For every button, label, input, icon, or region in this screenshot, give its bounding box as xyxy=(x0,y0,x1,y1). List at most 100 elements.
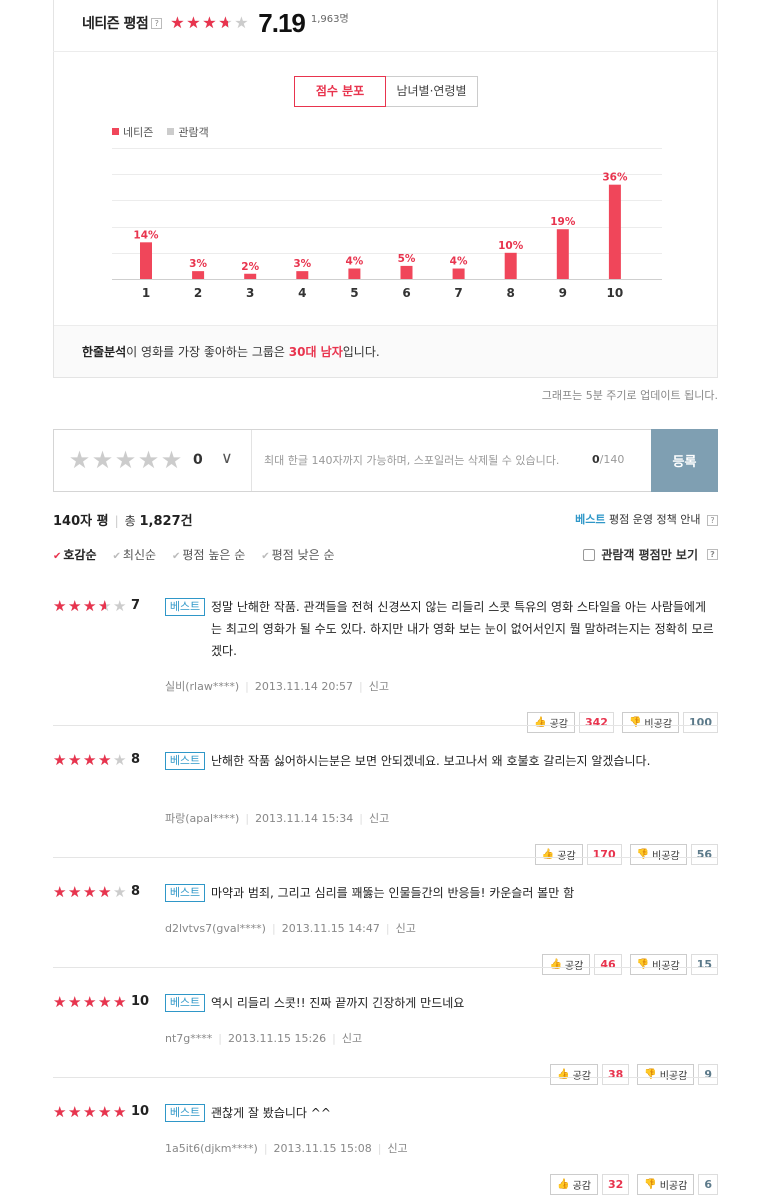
star-icon: ★★ xyxy=(218,15,234,31)
review-stars: ★★★★★★★★★★ xyxy=(53,753,128,768)
review-user[interactable]: 실비(rlaw****) xyxy=(165,680,239,693)
like-button[interactable]: 👍공감 xyxy=(550,1064,598,1085)
star-icon: ★★ xyxy=(83,599,98,614)
best-badge: 베스트 xyxy=(165,884,205,902)
review-date: 2013.11.15 15:26 xyxy=(227,1032,327,1045)
star-icon: ★★ xyxy=(53,1105,68,1120)
review-score: 10 xyxy=(131,1104,150,1119)
dislike-count: 15 xyxy=(690,954,718,975)
sort-like[interactable]: ✔ 호감순 xyxy=(53,546,97,563)
star-icon: ★★ xyxy=(98,599,113,614)
star-icon[interactable]: ★ xyxy=(91,447,114,473)
thumbs-down-icon: 👎 xyxy=(636,849,650,860)
sort-high[interactable]: ✔ 평점 높은 순 xyxy=(172,546,245,563)
review-score: 8 xyxy=(131,752,141,767)
review-votes: 👍공감38👎비공감9 xyxy=(550,1064,718,1085)
star-icon: ★★ xyxy=(53,753,68,768)
chart-data-label: 5% xyxy=(398,253,416,265)
star-icon: ★★ xyxy=(113,599,128,614)
viewer-only-filter[interactable]: 관람객 평점만 보기 ? xyxy=(583,546,718,563)
tab-score-distribution[interactable]: 점수 분포 xyxy=(294,76,386,107)
star-icon[interactable]: ★ xyxy=(114,447,137,473)
star-icon: ★★ xyxy=(68,1105,83,1120)
report-link[interactable]: 신고 xyxy=(342,1032,362,1045)
review-user[interactable]: 1a5it6(djkm****) xyxy=(165,1142,258,1155)
meta-separator: | xyxy=(218,1032,222,1045)
report-link[interactable]: 신고 xyxy=(369,812,389,825)
like-label: 공감 xyxy=(565,957,583,972)
chart-tabs: 점수 분포 남녀별·연령별 xyxy=(294,76,478,107)
analysis-group: 30대 남자 xyxy=(288,345,343,359)
star-icon: ★★ xyxy=(83,995,98,1010)
star-icon: ★★ xyxy=(234,15,250,31)
chart-data-label: 10% xyxy=(498,240,524,252)
review-user[interactable]: nt7g**** xyxy=(165,1032,212,1045)
submit-button[interactable]: 등록 xyxy=(651,429,718,492)
sort-recent[interactable]: ✔ 최신순 xyxy=(113,546,157,563)
star-filled-icon: ★ xyxy=(113,1105,127,1120)
dislike-button[interactable]: 👎비공감 xyxy=(629,844,687,865)
star-icon: ★★ xyxy=(98,753,113,768)
sort-low[interactable]: ✔ 평점 낮은 순 xyxy=(261,546,334,563)
thumbs-up-icon: 👍 xyxy=(541,849,555,860)
star-filled-icon: ★ xyxy=(186,15,201,31)
star-filled-icon: ★ xyxy=(68,885,82,900)
check-icon: ✔ xyxy=(172,551,181,562)
review-date: 2013.11.15 14:47 xyxy=(281,922,380,935)
star-filled-icon: ★ xyxy=(98,995,112,1010)
chart-x-tick-label: 7 xyxy=(454,286,462,300)
write-star-selector[interactable]: ★ ★ ★ ★ ★ xyxy=(68,447,183,473)
legend-item-viewer: 관람객 xyxy=(167,124,209,140)
help-icon[interactable]: ? xyxy=(151,17,163,29)
header-divider xyxy=(53,51,718,52)
tab-gender-age[interactable]: 남녀별·연령별 xyxy=(386,76,478,107)
chart-x-tick-label: 8 xyxy=(507,286,515,300)
dislike-button[interactable]: 👎비공감 xyxy=(621,712,680,733)
viewer-only-checkbox[interactable] xyxy=(583,548,596,561)
star-icon: ★★ xyxy=(98,885,113,900)
star-icon: ★★ xyxy=(113,885,128,900)
review-score: 8 xyxy=(131,884,141,899)
star-icon: ★★ xyxy=(170,15,186,31)
star-filled-icon: ★ xyxy=(218,15,228,31)
netizen-rating-header: 네티즌 평점 ? ★★★★★★★★★★ 7.19 1,963명 xyxy=(82,8,349,38)
star-icon[interactable]: ★ xyxy=(160,447,183,473)
help-icon[interactable]: ? xyxy=(707,549,718,560)
char-counter: 0/140 xyxy=(592,453,624,466)
star-filled-icon: ★ xyxy=(98,599,106,614)
dislike-button[interactable]: 👎비공감 xyxy=(637,1174,695,1195)
help-icon[interactable]: ? xyxy=(707,514,718,526)
like-button[interactable]: 👍공감 xyxy=(527,712,575,733)
policy-link[interactable]: 베스트 평점 운영 정책 안내 ? xyxy=(575,511,718,527)
report-link[interactable]: 신고 xyxy=(369,680,389,693)
review-user[interactable]: d2lvtvs7(gval****) xyxy=(165,922,266,935)
star-icon[interactable]: ★ xyxy=(68,447,91,473)
rating-count: 1,963명 xyxy=(310,13,349,25)
review-stars: ★★★★★★★★★★ xyxy=(53,995,128,1010)
review-input[interactable] xyxy=(252,430,650,491)
like-button[interactable]: 👍공감 xyxy=(534,844,583,865)
rating-score: 7.19 xyxy=(258,7,306,38)
report-link[interactable]: 신고 xyxy=(396,922,416,935)
star-icon[interactable]: ★ xyxy=(137,447,160,473)
chart-x-tick-label: 6 xyxy=(402,286,410,300)
meta-separator: | xyxy=(385,922,390,935)
dislike-button[interactable]: 👎비공감 xyxy=(629,954,687,975)
star-filled-icon: ★ xyxy=(68,1105,82,1120)
meta-separator: | xyxy=(332,1032,336,1045)
like-button[interactable]: 👍공감 xyxy=(542,954,591,975)
chart-x-tick-label: 2 xyxy=(194,286,202,300)
review-user[interactable]: 파랑(apal****) xyxy=(165,812,239,825)
dislike-button[interactable]: 👎비공감 xyxy=(637,1064,695,1085)
star-filled-icon: ★ xyxy=(68,599,82,614)
chart-x-tick-label: 3 xyxy=(246,286,254,300)
sort-like-label: 호감순 xyxy=(63,548,97,562)
meta-separator: | xyxy=(271,922,276,935)
report-link[interactable]: 신고 xyxy=(387,1142,407,1155)
like-button[interactable]: 👍공감 xyxy=(550,1174,598,1195)
star-filled-icon: ★ xyxy=(53,599,67,614)
like-count: 46 xyxy=(594,954,622,975)
chevron-down-icon[interactable]: ∨ xyxy=(221,448,233,467)
thumbs-down-icon: 👎 xyxy=(644,1069,657,1080)
chart-bar xyxy=(296,271,309,279)
